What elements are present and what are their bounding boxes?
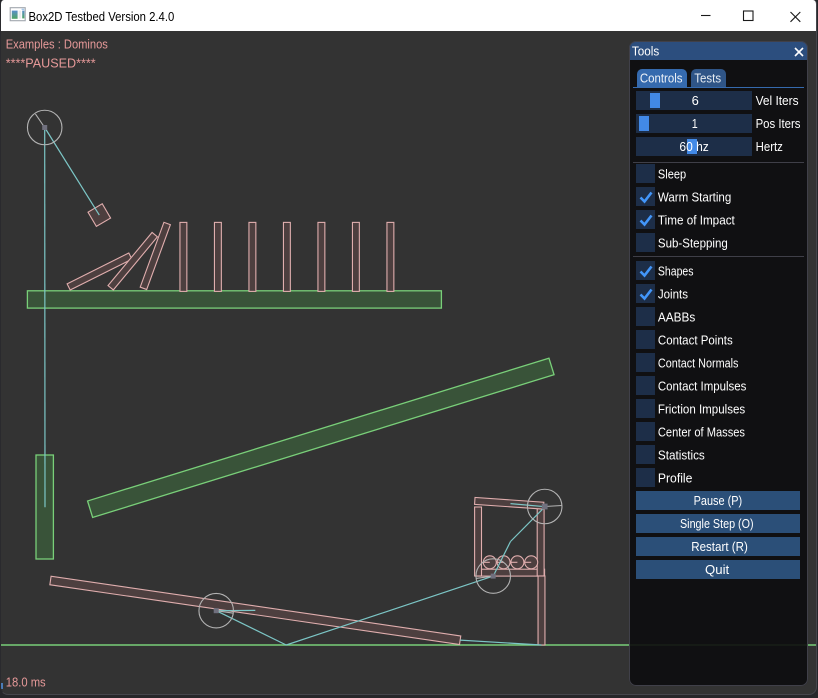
svg-text:Examples : Dominos: Examples : Dominos [6,37,109,52]
svg-text:18.0 ms: 18.0 ms [6,675,46,690]
svg-text:****PAUSED****: ****PAUSED**** [6,56,96,71]
